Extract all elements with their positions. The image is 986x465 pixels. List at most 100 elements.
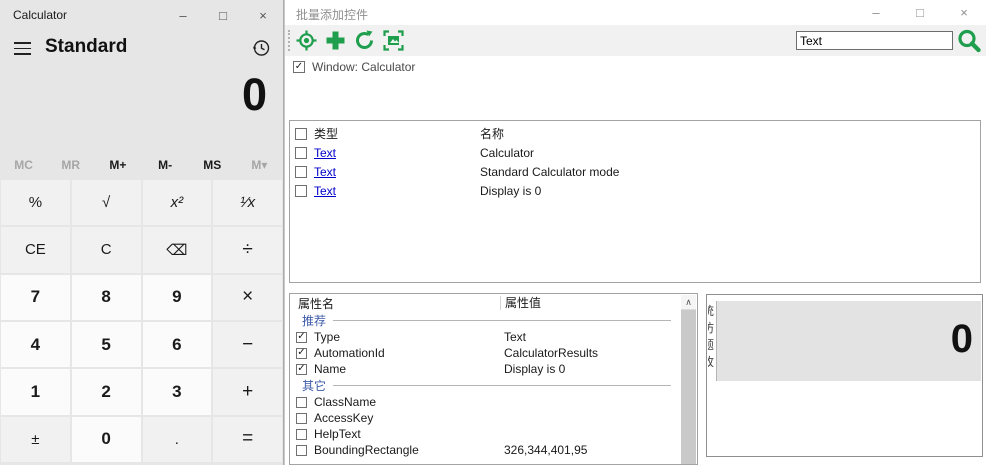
square-root-button[interactable]: √ <box>72 180 141 225</box>
clear-entry-button[interactable]: CE <box>1 227 70 272</box>
digit-4-button[interactable]: 4 <box>1 322 70 367</box>
negate-button[interactable]: ± <box>1 417 70 462</box>
property-row: BoundingRectangle 326,344,401,95 <box>290 442 681 458</box>
digit-0-button[interactable]: 0 <box>72 417 141 462</box>
controls-table: 类型 名称 Text Calculator Text Standard Calc… <box>289 120 981 283</box>
select-all-checkbox[interactable] <box>295 128 307 140</box>
close-button[interactable]: × <box>243 0 283 30</box>
locate-target-icon[interactable] <box>295 29 318 52</box>
property-value-column-header: 属性值 <box>500 296 681 310</box>
captured-display-region: 0 <box>716 301 981 381</box>
property-checkbox[interactable] <box>296 397 307 408</box>
table-row[interactable]: Text Calculator <box>290 143 980 162</box>
memory-row: MC MR M+ M- MS M▾ <box>0 152 283 178</box>
refresh-icon[interactable] <box>353 29 376 52</box>
memory-store-button[interactable]: MS <box>189 152 236 178</box>
reciprocal-button[interactable]: ¹⁄x <box>213 180 282 225</box>
property-row: AutomationId CalculatorResults <box>290 345 681 361</box>
property-name-column-header: 属性名 <box>290 295 500 312</box>
minimize-button[interactable]: – <box>163 0 203 30</box>
equals-button[interactable]: = <box>213 417 282 462</box>
row-checkbox[interactable] <box>295 185 307 197</box>
search-icon[interactable] <box>956 28 982 54</box>
digit-6-button[interactable]: 6 <box>143 322 212 367</box>
property-checkbox[interactable] <box>296 445 307 456</box>
calculator-window-title: Calculator <box>13 8 67 22</box>
window-filter-checkbox[interactable] <box>293 61 305 73</box>
element-preview-panel: 统 防 题 改 0 <box>706 294 983 457</box>
digit-8-button[interactable]: 8 <box>72 275 141 320</box>
maximize-button[interactable]: □ <box>203 0 243 30</box>
digit-7-button[interactable]: 7 <box>1 275 70 320</box>
control-name: Standard Calculator mode <box>480 165 980 179</box>
decimal-button[interactable]: . <box>143 417 212 462</box>
divide-button[interactable]: ÷ <box>213 227 282 272</box>
digit-2-button[interactable]: 2 <box>72 369 141 414</box>
control-type-link[interactable]: Text <box>314 165 480 179</box>
digit-5-button[interactable]: 5 <box>72 322 141 367</box>
scrollbar[interactable] <box>681 295 696 464</box>
memory-recall-button[interactable]: MR <box>47 152 94 178</box>
table-row[interactable]: Text Display is 0 <box>290 181 980 200</box>
property-row: Type Text <box>290 329 681 345</box>
control-name: Display is 0 <box>480 184 980 198</box>
memory-flyout-button[interactable]: M▾ <box>236 152 283 178</box>
controls-table-header: 类型 名称 <box>290 124 980 143</box>
minimize-button[interactable]: – <box>854 0 898 25</box>
toolbar-gripper[interactable] <box>288 30 290 51</box>
calculator-keypad: % √ x² ¹⁄x CE C ⌫ ÷ 7 8 9 × 4 5 6 − 1 2 … <box>1 180 282 462</box>
section-other: 其它 <box>290 377 681 394</box>
property-row: ClassName <box>290 394 681 410</box>
preview-clipped-text: 统 防 题 改 <box>708 303 716 371</box>
multiply-button[interactable]: × <box>213 275 282 320</box>
calculator-display: 0 <box>0 64 267 126</box>
property-checkbox[interactable] <box>296 429 307 440</box>
section-recommended: 推荐 <box>290 312 681 329</box>
row-checkbox[interactable] <box>295 147 307 159</box>
screen: Calculator – □ × Standard 0 MC MR M+ <box>0 0 986 465</box>
property-row: AccessKey <box>290 410 681 426</box>
property-row: HelpText <box>290 426 681 442</box>
hamburger-menu-icon[interactable] <box>14 42 31 55</box>
control-type-link[interactable]: Text <box>314 184 480 198</box>
property-checkbox[interactable] <box>296 413 307 424</box>
clear-button[interactable]: C <box>72 227 141 272</box>
backspace-button[interactable]: ⌫ <box>143 227 212 272</box>
square-button[interactable]: x² <box>143 180 212 225</box>
digit-3-button[interactable]: 3 <box>143 369 212 414</box>
properties-panel: 属性名 属性值 推荐 Type Text AutomationId Calcul… <box>289 293 698 465</box>
scroll-up-icon[interactable] <box>681 295 696 310</box>
digit-9-button[interactable]: 9 <box>143 275 212 320</box>
property-checkbox[interactable] <box>296 364 307 375</box>
tool-titlebar: 批量添加控件 – □ × <box>285 0 986 25</box>
property-checkbox[interactable] <box>296 348 307 359</box>
memory-clear-button[interactable]: MC <box>0 152 47 178</box>
add-plus-icon[interactable] <box>324 29 347 52</box>
control-type-link[interactable]: Text <box>314 146 480 160</box>
type-column-header: 类型 <box>314 125 480 142</box>
maximize-button[interactable]: □ <box>898 0 942 25</box>
table-row[interactable]: Text Standard Calculator mode <box>290 162 980 181</box>
row-checkbox[interactable] <box>295 166 307 178</box>
subtract-button[interactable]: − <box>213 322 282 367</box>
captured-display-value: 0 <box>717 301 981 377</box>
memory-add-button[interactable]: M+ <box>94 152 141 178</box>
add-button[interactable]: + <box>213 369 282 414</box>
calculator-window: Calculator – □ × Standard 0 MC MR M+ <box>0 0 284 465</box>
window-filter-label: Window: Calculator <box>312 60 415 74</box>
search-input[interactable] <box>796 31 953 50</box>
close-button[interactable]: × <box>942 0 986 25</box>
property-row: Name Display is 0 <box>290 361 681 377</box>
calculator-mode-label: Standard <box>45 36 127 58</box>
name-column-header: 名称 <box>480 125 980 142</box>
history-icon[interactable] <box>251 38 271 58</box>
tool-window-title: 批量添加控件 <box>296 6 368 23</box>
capture-region-icon[interactable] <box>382 29 405 52</box>
properties-header: 属性名 属性值 <box>290 294 681 312</box>
batch-add-controls-window: 批量添加控件 – □ × <box>284 0 986 465</box>
memory-subtract-button[interactable]: M- <box>142 152 189 178</box>
property-checkbox[interactable] <box>296 332 307 343</box>
calculator-nav: Standard <box>0 34 283 64</box>
percent-button[interactable]: % <box>1 180 70 225</box>
digit-1-button[interactable]: 1 <box>1 369 70 414</box>
